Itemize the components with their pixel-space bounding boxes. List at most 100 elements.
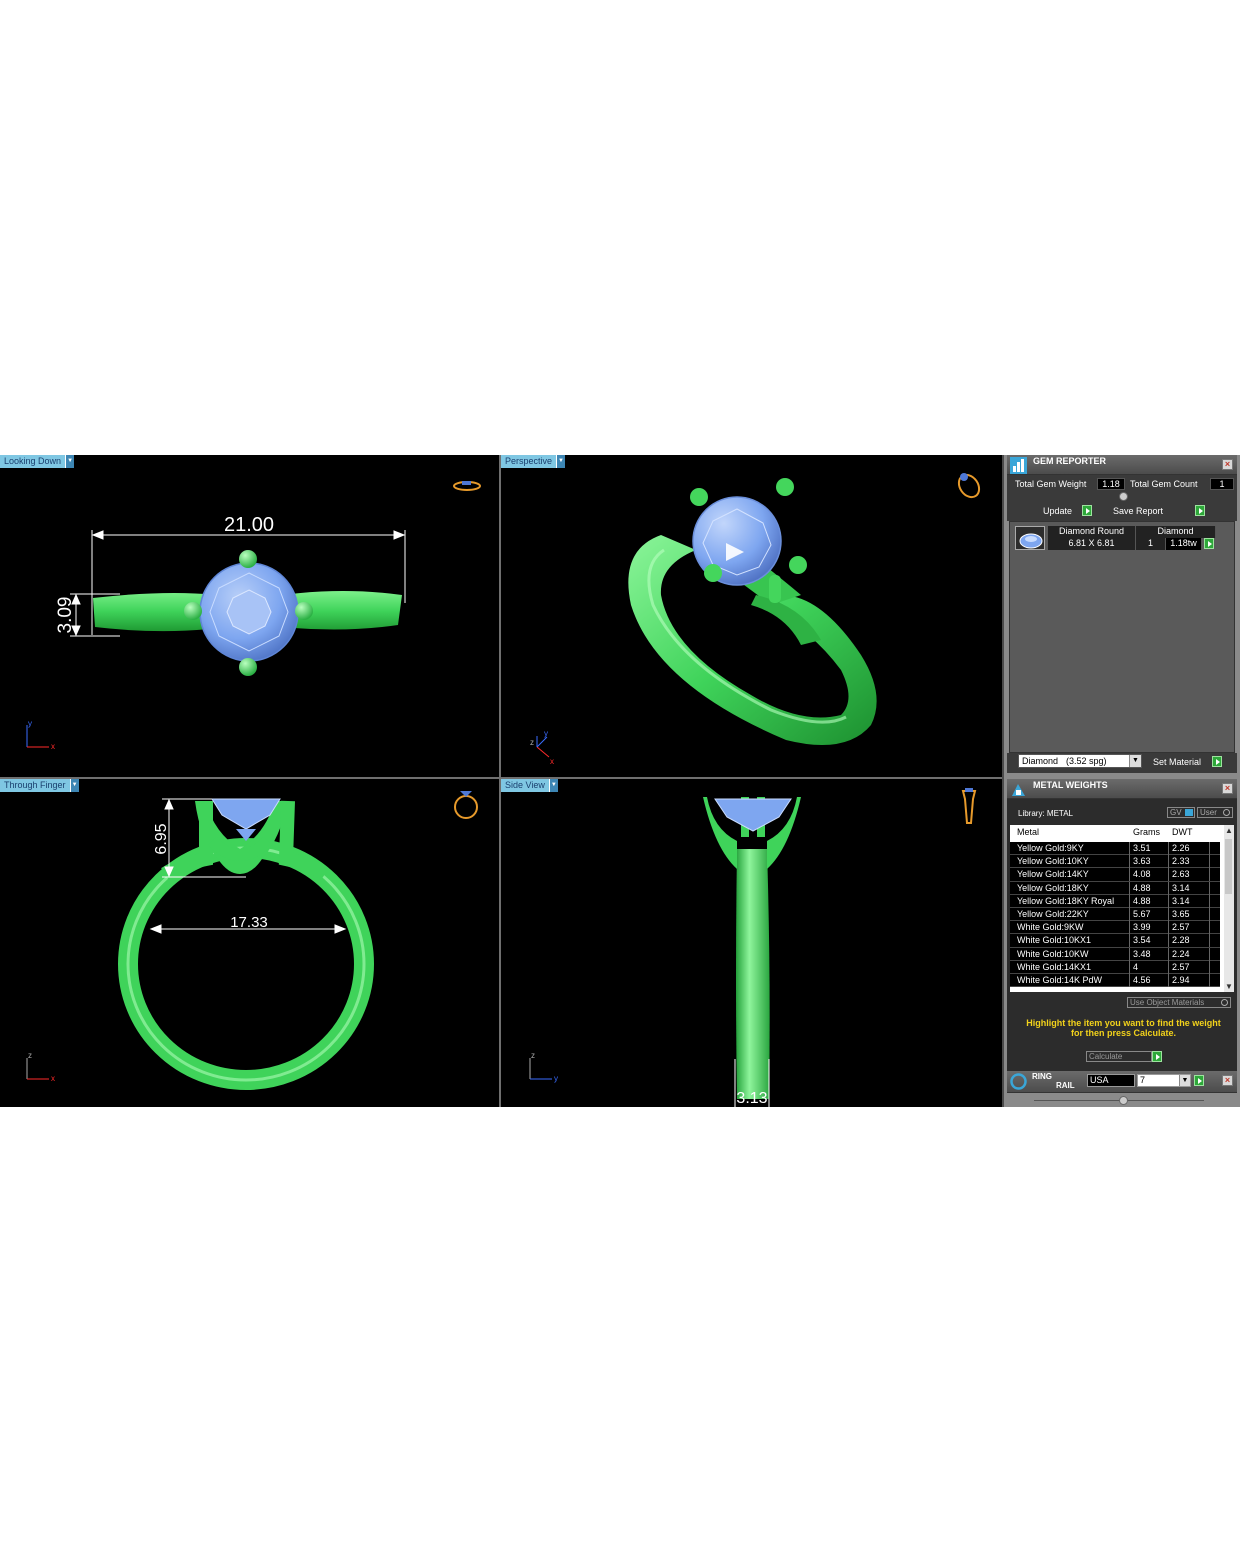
calculate-button[interactable]: Calculate bbox=[1086, 1051, 1152, 1062]
material-select[interactable]: Diamond (3.52 spg) ▼ bbox=[1018, 754, 1142, 768]
close-icon[interactable]: × bbox=[1222, 1075, 1233, 1086]
table-row[interactable]: White Gold:9KW 3.99 2.57 bbox=[1010, 921, 1220, 935]
diamond-gem bbox=[714, 798, 792, 832]
diamond-icon bbox=[1019, 533, 1043, 549]
user-toggle[interactable]: User bbox=[1197, 807, 1233, 818]
close-icon[interactable]: × bbox=[1222, 783, 1233, 794]
column-divider bbox=[1209, 921, 1210, 935]
dimension-height-label: 6.95 bbox=[153, 823, 170, 854]
viewport-looking-down[interactable]: 21.00 3.09 y x Looking Down ▼ bbox=[0, 455, 499, 777]
table-row[interactable]: White Gold:10KW 3.48 2.24 bbox=[1010, 947, 1220, 961]
table-row[interactable]: Yellow Gold:18KY Royal 4.88 3.14 bbox=[1010, 894, 1220, 908]
right-panel: GEM REPORTER × Total Gem Weight 1.18 Tot… bbox=[1004, 455, 1240, 1107]
column-divider bbox=[1209, 934, 1210, 948]
viewport-divider-horizontal[interactable] bbox=[0, 777, 1002, 779]
ring-rail-icon bbox=[1010, 1073, 1027, 1090]
chevron-down-icon[interactable]: ▼ bbox=[548, 779, 558, 792]
gv-toggle[interactable]: GV bbox=[1167, 807, 1195, 818]
dimension-width-label: 21.00 bbox=[224, 514, 274, 536]
gem-list bbox=[1009, 521, 1235, 753]
column-divider bbox=[1209, 868, 1210, 882]
viewport-looking-down-scene: 21.00 3.09 y x bbox=[26, 481, 481, 751]
prong bbox=[239, 550, 257, 568]
chevron-down-icon[interactable]: ▼ bbox=[1179, 1075, 1190, 1086]
metal-rows: Yellow Gold:9KY 3.51 2.26 Yellow Gold:10KY 3… bbox=[1010, 842, 1220, 988]
library-label: Library: METAL bbox=[1018, 809, 1073, 818]
table-row[interactable]: Yellow Gold:18KY 4.88 3.14 bbox=[1010, 881, 1220, 895]
set-material-button[interactable]: Set Material bbox=[1153, 757, 1201, 767]
close-icon[interactable]: × bbox=[1222, 459, 1233, 470]
metal-cell-dwt: 2.94 bbox=[1172, 974, 1190, 985]
collapse-handle[interactable] bbox=[1119, 1096, 1128, 1105]
set-material-go-icon[interactable] bbox=[1212, 756, 1222, 767]
gem-size: 6.81 X 6.81 bbox=[1048, 538, 1136, 550]
col-dwt: DWT bbox=[1172, 827, 1193, 837]
table-row[interactable]: White Gold:14KX1 4 2.57 bbox=[1010, 960, 1220, 974]
metal-cell-dwt: 2.24 bbox=[1172, 948, 1190, 959]
column-divider bbox=[1209, 894, 1210, 908]
svg-text:z: z bbox=[28, 1051, 32, 1060]
ring-rail-go-icon[interactable] bbox=[1194, 1075, 1204, 1086]
ring-view-icon[interactable] bbox=[961, 788, 977, 824]
col-grams: Grams bbox=[1133, 827, 1160, 837]
scroll-thumb[interactable] bbox=[1225, 839, 1232, 894]
save-report-button[interactable]: Save Report bbox=[1113, 506, 1163, 516]
metal-cell-grams: 4.56 bbox=[1133, 974, 1151, 985]
ring-view-icon[interactable] bbox=[454, 791, 478, 819]
calculate-hint: Highlight the item you want to find the … bbox=[1026, 1018, 1221, 1038]
table-row[interactable]: Yellow Gold:10KY 3.63 2.33 bbox=[1010, 855, 1220, 869]
metal-cell-metal: Yellow Gold:18KY Royal bbox=[1017, 895, 1115, 906]
ring-view-icon[interactable] bbox=[955, 471, 984, 501]
update-button[interactable]: Update bbox=[1043, 506, 1072, 516]
table-row[interactable]: Yellow Gold:9KY 3.51 2.26 bbox=[1010, 842, 1220, 856]
metal-cell-metal: Yellow Gold:10KY bbox=[1017, 856, 1089, 867]
ring-band bbox=[736, 849, 770, 1099]
column-divider bbox=[1168, 960, 1169, 974]
metal-cell-metal: Yellow Gold:18KY bbox=[1017, 882, 1089, 893]
viewport-tab-side-view[interactable]: Side View ▼ bbox=[501, 779, 558, 792]
metal-cell-metal: Yellow Gold:9KY bbox=[1017, 843, 1084, 853]
total-gem-weight-label: Total Gem Weight bbox=[1015, 479, 1087, 489]
column-divider bbox=[1168, 855, 1169, 869]
collapse-handle[interactable] bbox=[1119, 492, 1128, 501]
column-divider bbox=[1168, 973, 1169, 987]
gem-row-go-icon[interactable] bbox=[1204, 538, 1214, 549]
use-object-materials-toggle[interactable]: Use Object Materials bbox=[1127, 997, 1231, 1008]
chevron-down-icon[interactable]: ▼ bbox=[1129, 755, 1141, 767]
metal-table-scrollbar[interactable]: ▲ ▼ bbox=[1224, 825, 1234, 992]
viewport-label: Through Finger bbox=[0, 779, 70, 792]
viewport-side-view[interactable]: 3.13 z y Side View ▼ bbox=[501, 779, 1002, 1107]
prong bbox=[239, 658, 257, 676]
table-row[interactable]: Yellow Gold:22KY 5.67 3.65 bbox=[1010, 907, 1220, 922]
update-go-icon[interactable] bbox=[1082, 505, 1092, 516]
column-divider bbox=[1129, 894, 1130, 908]
viewport-divider-vertical[interactable] bbox=[499, 455, 501, 1107]
table-row[interactable]: White Gold:14K PdW 4.56 2.94 bbox=[1010, 973, 1220, 988]
viewport-through-finger[interactable]: 6.95 17.33 z x Through Finger ▼ bbox=[0, 779, 499, 1107]
viewport-tab-looking-down[interactable]: Looking Down ▼ bbox=[0, 455, 75, 468]
prong bbox=[184, 602, 202, 620]
table-row[interactable]: White Gold:10KX1 3.54 2.28 bbox=[1010, 934, 1220, 948]
gem-thumbnail[interactable] bbox=[1015, 526, 1045, 550]
viewport-tab-perspective[interactable]: Perspective ▼ bbox=[501, 455, 566, 468]
table-row[interactable]: Yellow Gold:14KY 4.08 2.63 bbox=[1010, 868, 1220, 882]
viewport-tab-through-finger[interactable]: Through Finger ▼ bbox=[0, 779, 79, 792]
col-metal: Metal bbox=[1017, 827, 1040, 837]
chevron-down-icon[interactable]: ▼ bbox=[556, 455, 566, 468]
ring-view-icon[interactable] bbox=[453, 481, 481, 491]
chevron-down-icon[interactable]: ▼ bbox=[65, 455, 75, 468]
viewport-perspective[interactable]: z y x Perspective ▼ bbox=[501, 455, 1002, 777]
ring-rail-title-1: RING bbox=[1032, 1072, 1052, 1081]
save-report-go-icon[interactable] bbox=[1195, 505, 1205, 516]
calculate-go-icon[interactable] bbox=[1152, 1051, 1162, 1062]
column-divider bbox=[1209, 855, 1210, 869]
chevron-up-icon[interactable]: ▲ bbox=[1225, 826, 1233, 835]
ring-standard-select[interactable]: USA bbox=[1087, 1074, 1135, 1087]
gem-reporter-title: GEM REPORTER bbox=[1033, 456, 1107, 466]
chevron-down-icon[interactable]: ▼ bbox=[1225, 982, 1233, 991]
metal-weights-icon bbox=[1012, 784, 1025, 796]
gem-material-header: Diamond bbox=[1136, 526, 1216, 538]
ring-size-select[interactable]: 7 ▼ bbox=[1137, 1074, 1191, 1087]
column-divider bbox=[1168, 842, 1169, 855]
chevron-down-icon[interactable]: ▼ bbox=[69, 779, 79, 792]
